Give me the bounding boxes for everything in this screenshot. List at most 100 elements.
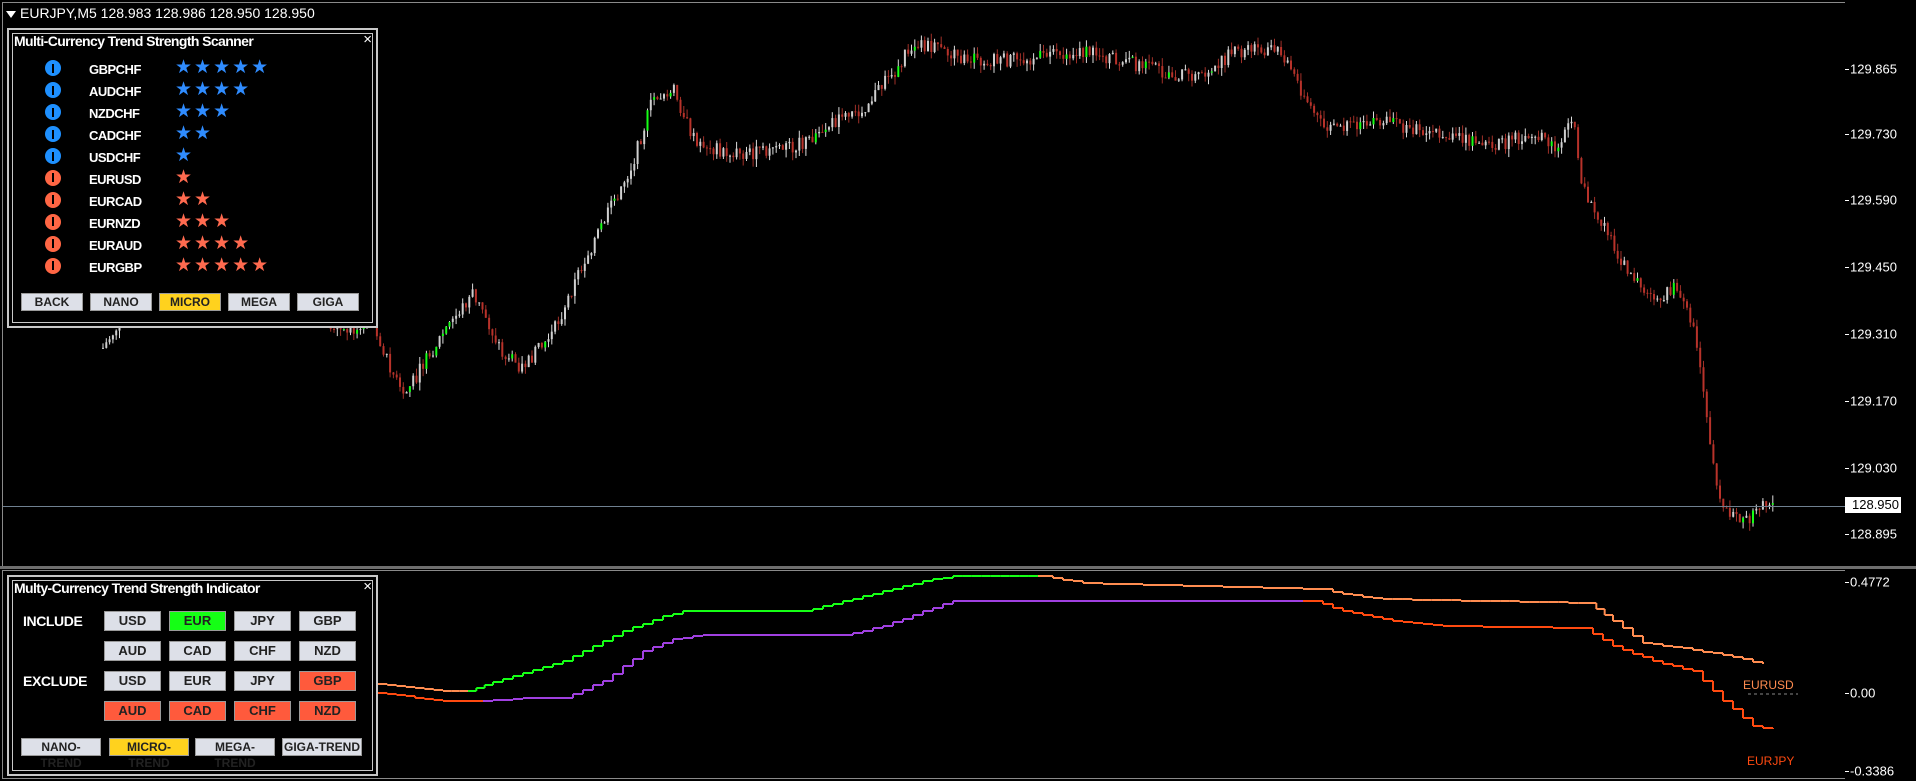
include-usd-button[interactable]: USD bbox=[104, 611, 161, 631]
candle-body bbox=[1323, 118, 1325, 128]
candle-body bbox=[1187, 69, 1190, 74]
candle-body bbox=[864, 112, 867, 114]
exclude-aud-button[interactable]: AUD bbox=[104, 701, 161, 721]
candle-body bbox=[1329, 124, 1332, 131]
exclude-jpy-button[interactable]: JPY bbox=[234, 671, 291, 691]
strength-stars: ★★★ bbox=[175, 101, 233, 122]
timeframe-button-back[interactable]: BACK bbox=[21, 293, 83, 311]
timeframe-button-micro[interactable]: MICRO bbox=[159, 293, 221, 311]
candle-body bbox=[1527, 135, 1530, 139]
scanner-row[interactable]: AUDCHF ★★★★ bbox=[9, 79, 369, 102]
scanner-row[interactable]: EURAUD ★★★★ bbox=[9, 233, 369, 256]
strength-stars: ★ bbox=[175, 167, 195, 188]
tick-mark bbox=[1845, 334, 1849, 335]
trend-button-nano-trend[interactable]: NANO-TREND bbox=[21, 738, 101, 770]
pair-name: EURCAD bbox=[89, 194, 142, 209]
candle-body bbox=[1316, 112, 1319, 116]
exclude-cad-button[interactable]: CAD bbox=[169, 701, 226, 721]
indicator-scale[interactable]: 0.4772 0.00 -0.3386 bbox=[1845, 570, 1916, 781]
exclude-eur-button[interactable]: EUR bbox=[169, 671, 226, 691]
candle-body bbox=[1567, 123, 1570, 130]
trend-button-mega-trend[interactable]: MEGA-TREND bbox=[195, 738, 275, 770]
candle-body bbox=[603, 222, 606, 224]
candle-body bbox=[1181, 69, 1184, 80]
include-jpy-button[interactable]: JPY bbox=[234, 611, 291, 631]
candle-body bbox=[1085, 46, 1088, 58]
pair-name: CADCHF bbox=[89, 128, 141, 143]
candle-body bbox=[356, 329, 359, 334]
candle-body bbox=[656, 97, 659, 100]
candle-body bbox=[738, 148, 741, 154]
candle-body bbox=[1735, 512, 1738, 515]
collapse-triangle-icon[interactable] bbox=[6, 10, 16, 18]
candle-body bbox=[768, 148, 771, 156]
include-chf-button[interactable]: CHF bbox=[234, 641, 291, 661]
trend-button-micro-trend[interactable]: MICRO-TREND bbox=[109, 738, 189, 770]
exclude-gbp-button[interactable]: GBP bbox=[299, 671, 356, 691]
candle-body bbox=[1204, 72, 1207, 77]
candle-body bbox=[1214, 65, 1217, 72]
candle-body bbox=[752, 148, 755, 160]
candle-body bbox=[894, 75, 896, 77]
timeframe-button-nano[interactable]: NANO bbox=[90, 293, 152, 311]
candle-body bbox=[554, 321, 557, 332]
candle-body bbox=[1570, 121, 1573, 124]
candle-body bbox=[1045, 52, 1048, 57]
candle-body bbox=[1501, 138, 1504, 140]
candle-body bbox=[1372, 118, 1375, 125]
exclude-chf-button[interactable]: CHF bbox=[234, 701, 291, 721]
candle-body bbox=[1362, 121, 1365, 123]
current-price-line bbox=[3, 506, 1845, 507]
candle-body bbox=[435, 346, 438, 356]
scanner-row[interactable]: NZDCHF ★★★ bbox=[9, 101, 369, 124]
candle-body bbox=[913, 46, 916, 51]
candle-body bbox=[1550, 141, 1553, 147]
candle-body bbox=[422, 363, 425, 369]
scanner-row[interactable]: USDCHF ★ bbox=[9, 145, 369, 168]
price-label: 129.865 bbox=[1850, 61, 1897, 77]
scanner-row[interactable]: GBPCHF ★★★★★ bbox=[9, 57, 369, 80]
candle-body bbox=[1662, 299, 1665, 301]
include-cad-button[interactable]: CAD bbox=[169, 641, 226, 661]
exclude-nzd-button[interactable]: NZD bbox=[299, 701, 356, 721]
include-gbp-button[interactable]: GBP bbox=[299, 611, 356, 631]
trend-button-giga-trend[interactable]: GIGA-TREND bbox=[282, 738, 362, 756]
candle-body bbox=[1415, 124, 1418, 135]
timeframe-button-mega[interactable]: MEGA bbox=[228, 293, 290, 311]
close-icon[interactable]: × bbox=[363, 31, 372, 48]
candle-body bbox=[580, 270, 583, 272]
scanner-row[interactable]: EURGBP ★★★★★ bbox=[9, 255, 369, 278]
indicator-control-panel: Multy-Currency Trend Strength Indicator … bbox=[7, 575, 378, 776]
include-eur-button[interactable]: EUR bbox=[169, 611, 226, 631]
candle-body bbox=[785, 143, 788, 150]
candle-body bbox=[669, 92, 672, 97]
scanner-row[interactable]: EURNZD ★★★ bbox=[9, 211, 369, 234]
candle-body bbox=[1636, 278, 1639, 281]
candle-body bbox=[1184, 69, 1187, 71]
scanner-row[interactable]: CADCHF ★★ bbox=[9, 123, 369, 146]
main-price-scale[interactable]: 129.865 129.730 129.590 129.450 129.310 … bbox=[1845, 0, 1916, 566]
candle-body bbox=[1488, 141, 1490, 143]
pane-separator[interactable] bbox=[0, 566, 1916, 569]
candle-body bbox=[1115, 52, 1118, 65]
candle-body bbox=[1435, 128, 1438, 132]
candle-body bbox=[428, 353, 431, 357]
candle-body bbox=[719, 143, 722, 157]
candle-body bbox=[451, 318, 454, 322]
candle-body bbox=[755, 146, 758, 160]
eurjpy-line-label: EURJPY bbox=[1747, 754, 1795, 768]
candle-body bbox=[1049, 51, 1052, 57]
candle-body bbox=[1263, 52, 1266, 56]
include-aud-button[interactable]: AUD bbox=[104, 641, 161, 661]
scanner-row[interactable]: EURUSD ★ bbox=[9, 167, 369, 190]
candle-body bbox=[1712, 444, 1715, 464]
scanner-row[interactable]: EURCAD ★★ bbox=[9, 189, 369, 212]
close-icon[interactable]: × bbox=[363, 578, 372, 595]
candle-body bbox=[765, 146, 768, 156]
exclude-usd-button[interactable]: USD bbox=[104, 671, 161, 691]
candle-body bbox=[699, 141, 702, 146]
candle-body bbox=[1425, 133, 1428, 135]
include-nzd-button[interactable]: NZD bbox=[299, 641, 356, 661]
candle-body bbox=[514, 354, 517, 363]
timeframe-button-giga[interactable]: GIGA bbox=[297, 293, 359, 311]
